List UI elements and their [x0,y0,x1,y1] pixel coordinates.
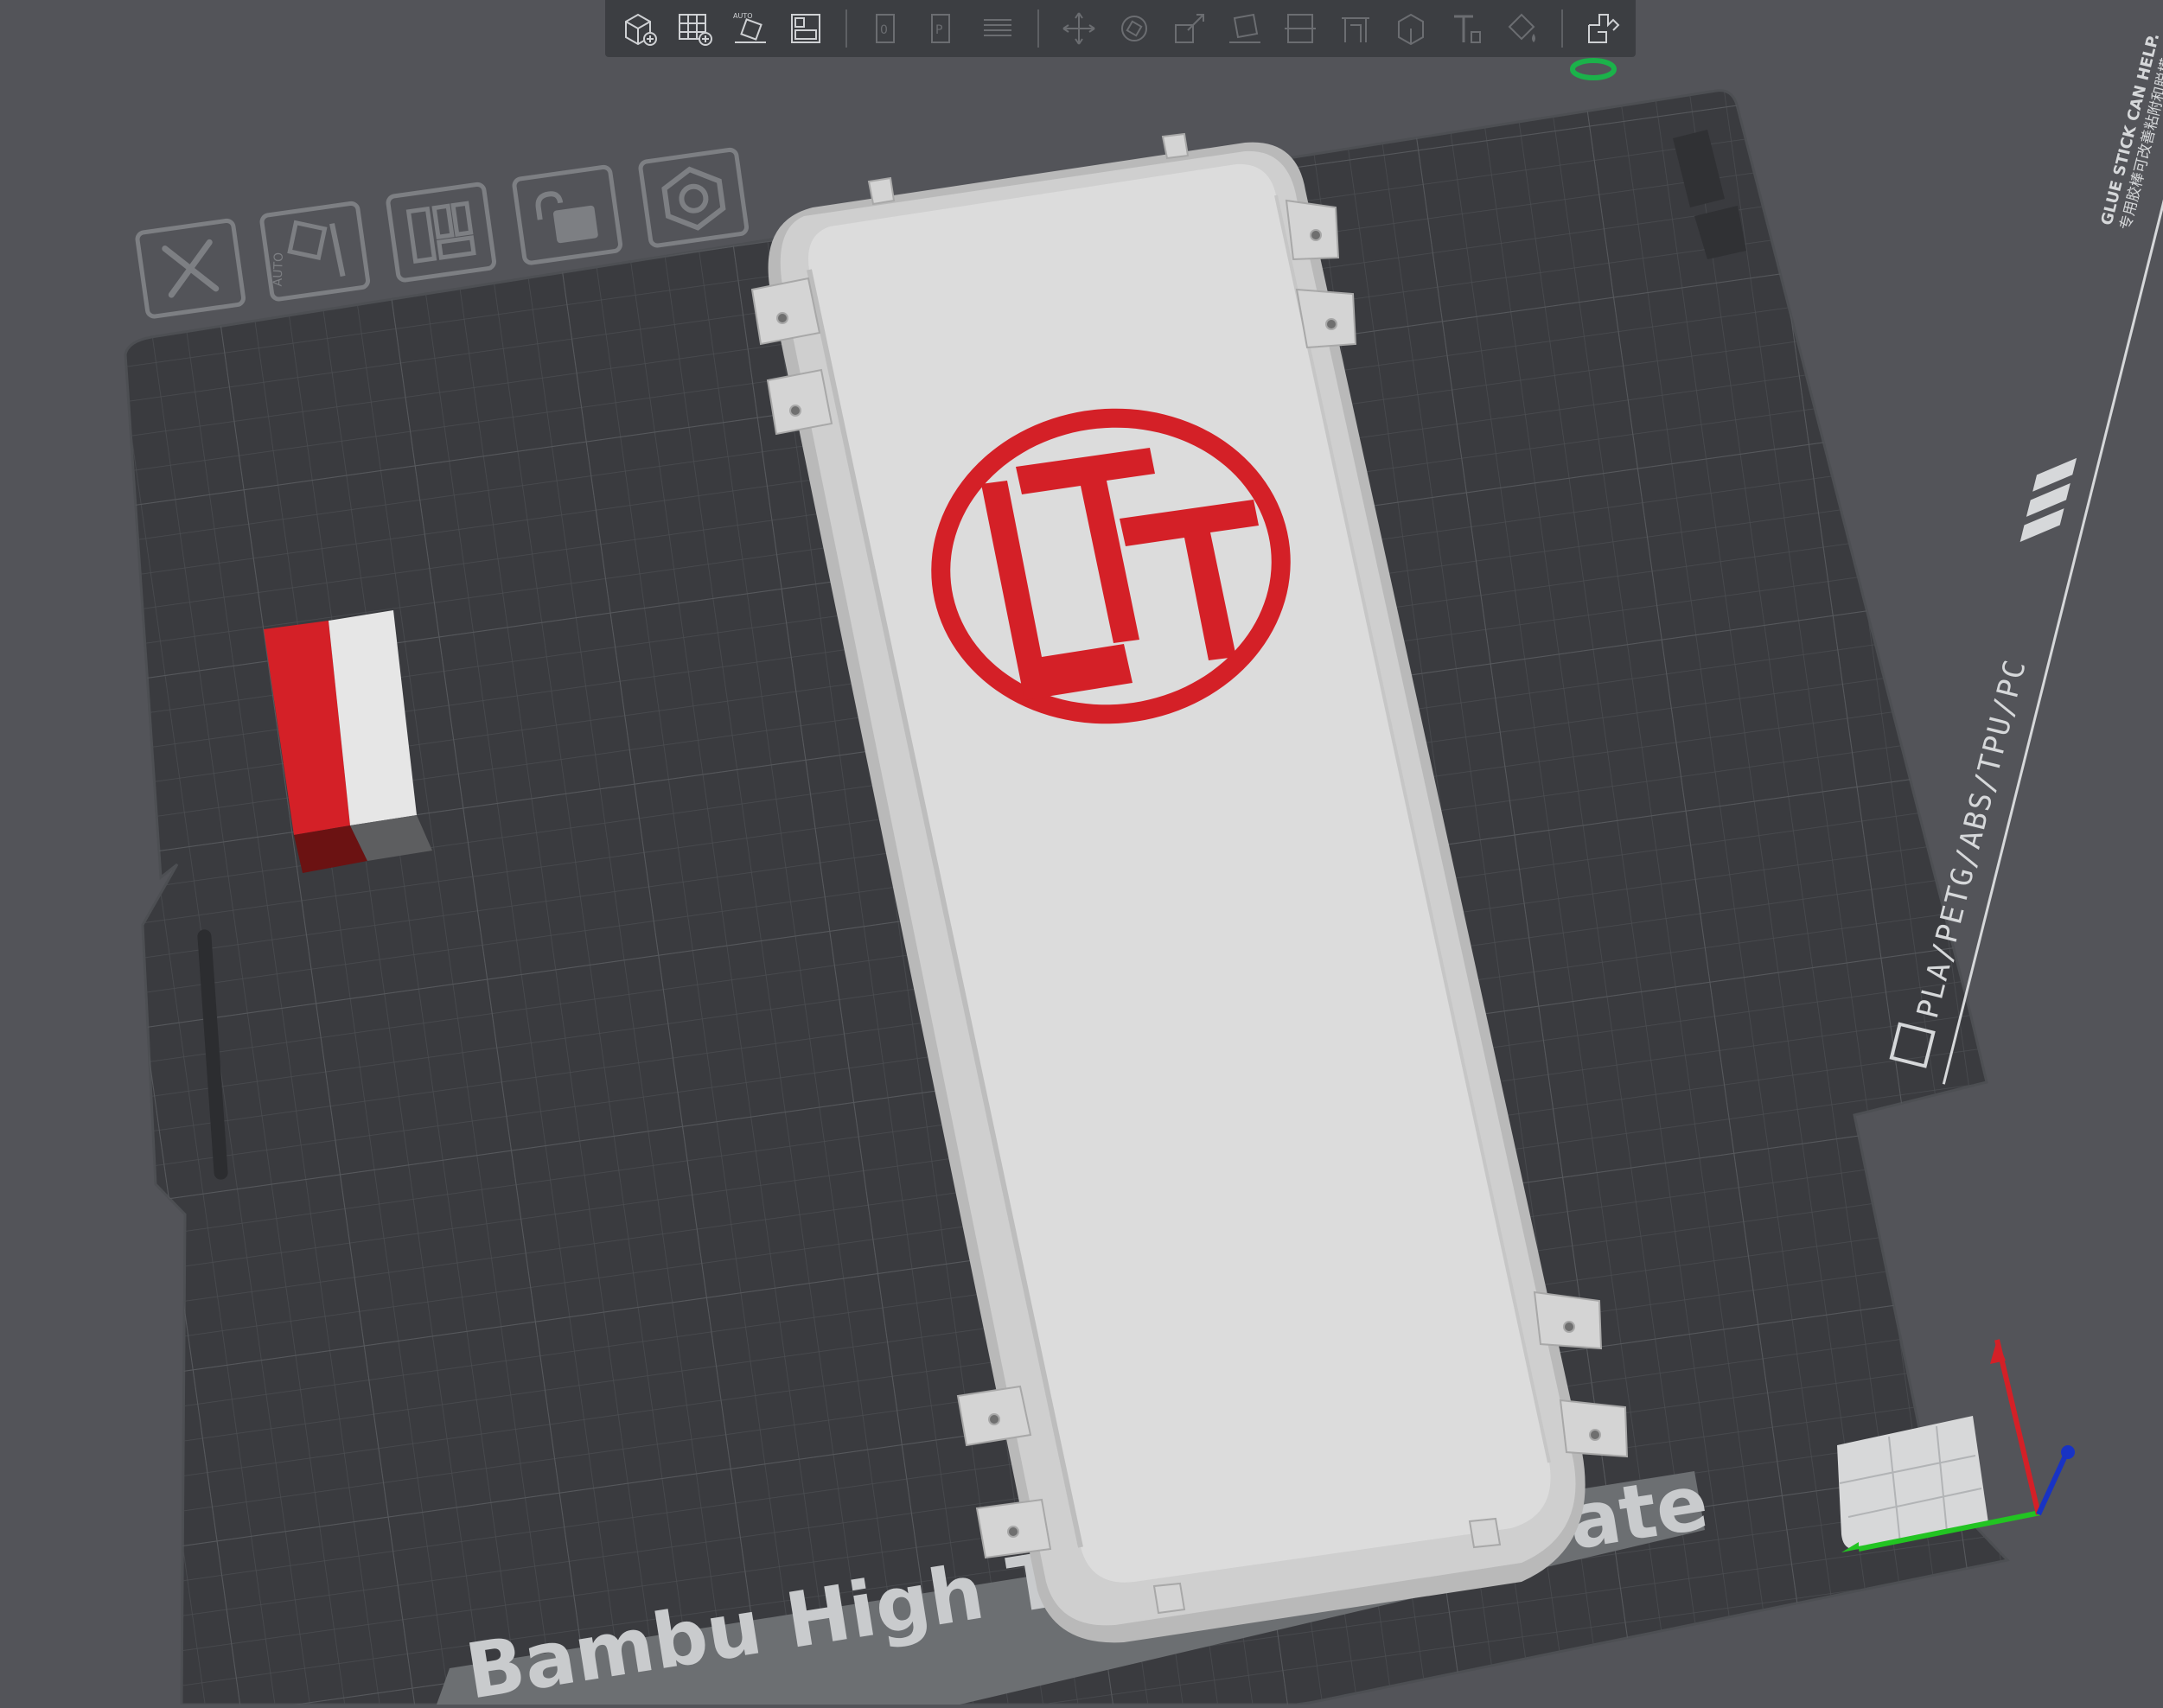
cut-button[interactable] [1278,6,1323,51]
cube-plus-icon [625,13,657,46]
cut-icon [1285,14,1316,43]
y-axis-line [1994,1339,2041,1515]
3d-viewport[interactable]: Bambu High Te ate PLA/PETG/ABS/TPU/PC GL… [0,0,2163,1708]
scale-button[interactable] [1167,6,1212,51]
lock-icon [535,191,598,244]
z-axis-line [2036,1452,2069,1516]
seam-paint-icon [1398,13,1424,46]
arrange-icon [791,14,820,43]
move-icon [1062,12,1095,45]
split-objects-button[interactable]: 0 [865,6,909,51]
svg-text:AUTO: AUTO [271,252,286,287]
text-emboss-icon [1454,15,1481,43]
auto-orient-button[interactable]: AUTO [728,6,773,51]
plate-settings-button[interactable] [638,147,750,248]
plate-auto-orient-button[interactable]: AUTO [259,201,371,302]
rotate-button[interactable] [1112,6,1157,51]
svg-text:0: 0 [880,23,888,37]
text-button[interactable] [1444,6,1489,51]
move-button[interactable] [1056,6,1101,51]
origin-marker-icon [1570,58,1617,80]
support-paint-icon [1342,17,1369,42]
layers-button[interactable] [975,6,1020,51]
toolbar-divider [1561,10,1563,48]
color-paint-button[interactable] [1499,6,1544,51]
plate-stripes-mark [2019,457,2077,542]
plate-delete-button[interactable] [135,218,246,319]
auto-orient-icon: AUTO [271,220,346,287]
main-toolbar: AUTO 0 P [605,0,1636,57]
auto-orient-icon: AUTO [733,12,766,43]
lay-on-face-icon [1229,13,1260,43]
seam-paint-button[interactable] [1388,6,1433,51]
split-parts-button[interactable]: P [920,6,965,51]
assembly-view-button[interactable] [1580,6,1625,51]
arrange-icon [405,201,476,264]
close-icon [162,239,220,298]
lay-on-face-button[interactable] [1222,6,1267,51]
grid-plus-icon [679,14,712,46]
add-object-button[interactable] [617,6,662,51]
toolbar-divider [845,10,847,48]
rotate-icon [1121,16,1147,41]
plate-canvas[interactable]: Bambu High Te ate PLA/PETG/ABS/TPU/PC GL… [0,0,2163,1708]
layers-icon [984,19,1011,36]
hex-nut-icon [661,166,726,231]
assembly-icon [1588,14,1620,43]
split-parts-icon: P [931,14,950,43]
plate-lock-button[interactable] [512,164,623,265]
scale-icon [1175,14,1204,43]
split-objects-icon: 0 [876,14,895,43]
svg-text:AUTO: AUTO [733,12,753,20]
support-paint-button[interactable] [1333,6,1378,51]
arrange-button[interactable] [783,6,828,51]
add-plate-button[interactable] [673,6,718,51]
plate-arrange-button[interactable] [386,182,497,283]
toolbar-divider [1037,10,1039,48]
color-paint-icon [1508,13,1535,42]
svg-text:P: P [935,23,942,37]
